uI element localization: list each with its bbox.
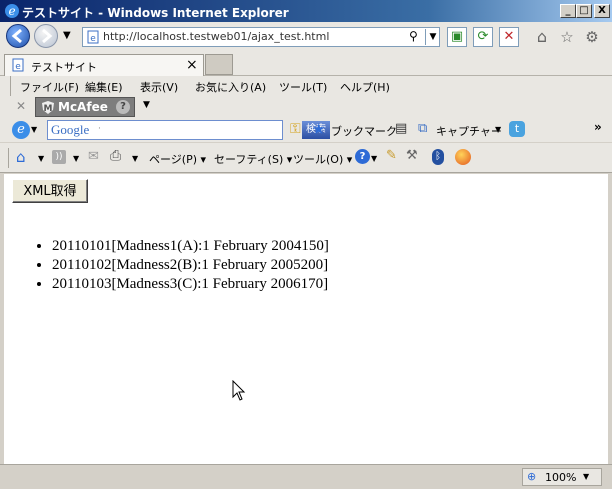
google-search-input[interactable]: Google · 検索 [47, 120, 330, 140]
help-icon[interactable]: ? [116, 100, 130, 114]
capture-button[interactable]: キャプチャー [436, 123, 502, 139]
google-toolbar: e ▼ Google · 検索 ⚿ ★ ブックマーク ▤ ⧉ キャプチャー ▼ … [0, 118, 612, 142]
close-button[interactable]: X [594, 4, 610, 18]
menu-edit[interactable]: 編集(E) [85, 79, 123, 95]
address-dropdown-icon[interactable]: ▼ [425, 29, 440, 45]
mcafee-shield-icon: M [42, 101, 54, 114]
menu-help[interactable]: ヘルプ(H) [340, 79, 390, 95]
menu-file[interactable]: ファイル(F) [20, 79, 79, 95]
bluetooth-icon[interactable]: ᛒ [432, 149, 444, 165]
stop-icon[interactable]: ✕ [499, 27, 519, 47]
google-dropdown-icon[interactable]: · [98, 124, 101, 134]
menu-tools[interactable]: ツール(T) [279, 79, 327, 95]
chevron-down-icon[interactable]: ▼ [38, 154, 44, 163]
page-menu-label: ページ(P) [149, 153, 197, 166]
svg-text:e: e [15, 62, 21, 72]
status-bar: ⊕ 100% ▼ [0, 464, 612, 489]
svg-text:e: e [8, 4, 15, 18]
google-logo: Google [51, 122, 90, 137]
chevron-down-icon[interactable]: ▼ [371, 154, 377, 163]
ie-logo-icon[interactable]: e [12, 121, 30, 139]
list-item: 20110101[Madness1(A):1 February 2004150] [52, 237, 612, 256]
zoom-icon: ⊕ [527, 470, 537, 483]
save-icon[interactable]: ▤ [395, 121, 407, 136]
compatibility-icon[interactable]: ▣ [447, 27, 467, 47]
home-icon[interactable]: ⌂ [16, 148, 26, 166]
new-tab-button[interactable] [205, 54, 233, 75]
list-item: 20110102[Madness2(B):1 February 2005200] [52, 256, 612, 275]
address-row: ▼ e http://localhost.testweb01/ajax_test… [0, 22, 612, 52]
toolbar-grip [8, 148, 9, 168]
tab-title: テストサイト [31, 61, 97, 74]
menu-favorites[interactable]: お気に入り(A) [195, 79, 266, 95]
maximize-button[interactable]: □ [576, 4, 592, 18]
refresh-icon[interactable]: ⟳ [473, 27, 493, 47]
chevron-down-icon[interactable]: ▼ [132, 154, 138, 163]
url-text: http://localhost.testweb01/ajax_test.htm… [103, 30, 330, 43]
arrow-right-icon [42, 28, 53, 44]
zoom-level: 100% [545, 471, 577, 484]
command-bar: ⌂ ▼ )) ▼ ✉ ⎙ ▼ ページ(P) ▾ セーフティ(S) ▾ ツール(O… [0, 143, 612, 173]
page-icon: e [12, 58, 24, 72]
chevron-down-icon[interactable]: ▼ [143, 100, 150, 110]
svg-text:M: M [44, 104, 53, 114]
title-bar[interactable]: e テストサイト - Windows Internet Explorer _ □… [0, 0, 612, 22]
menu-view[interactable]: 表示(V) [140, 79, 178, 95]
tab-active[interactable]: e テストサイト × [4, 54, 204, 76]
more-chevron-icon[interactable]: » [594, 120, 602, 134]
window-title: テストサイト - Windows Internet Explorer [22, 6, 289, 20]
tools-icon[interactable]: ⚒ [406, 148, 418, 163]
key-icon[interactable]: ⚿ [290, 121, 301, 137]
page-icon: e [87, 30, 99, 44]
page-content: XML取得 20110101[Madness1(A):1 February 20… [4, 174, 608, 464]
chevron-down-icon[interactable]: ▼ [31, 125, 37, 134]
history-dropdown-icon[interactable]: ▼ [63, 30, 71, 41]
minimize-button[interactable]: _ [560, 4, 576, 18]
page-menu[interactable]: ページ(P) ▾ [149, 151, 206, 167]
tab-row: e テストサイト × [0, 52, 612, 76]
zoom-control[interactable]: ⊕ 100% ▼ [522, 468, 602, 486]
favorites-star-icon[interactable]: ☆ [557, 28, 577, 48]
search-icon[interactable]: ⚲ [409, 29, 418, 43]
bookmark-button[interactable]: ブックマーク [331, 123, 397, 139]
toolbar-grip [10, 76, 11, 96]
svg-text:e: e [90, 34, 96, 44]
arrow-left-icon [11, 28, 22, 44]
safety-menu-label: セーフティ(S) [214, 153, 284, 166]
menu-bar: ファイル(F) 編集(E) 表示(V) お気に入り(A) ツール(T) ヘルプ(… [0, 76, 612, 96]
mail-icon[interactable]: ✉ [88, 149, 99, 164]
feeds-icon[interactable]: )) [52, 150, 66, 164]
result-list: 20110101[Madness1(A):1 February 2004150]… [32, 237, 612, 294]
gear-icon[interactable]: ⚙ [582, 28, 602, 48]
capture-icon[interactable]: ⧉ [418, 121, 427, 136]
twitter-icon[interactable]: t [509, 121, 525, 137]
help-icon[interactable]: ? [355, 149, 370, 164]
mouse-cursor-icon [232, 380, 246, 401]
close-toolbar-icon[interactable]: ✕ [16, 99, 26, 113]
mcafee-logo-text: McAfee [58, 100, 108, 114]
tab-close-icon[interactable]: × [186, 57, 198, 73]
bookmark-star-icon[interactable]: ★ [312, 120, 325, 138]
ie-logo-icon: e [5, 4, 19, 18]
tools-menu-label: ツール(O) [293, 153, 344, 166]
research-icon[interactable]: ✎ [386, 148, 397, 163]
mcafee-button[interactable]: M McAfee ? [35, 97, 135, 117]
home-icon[interactable]: ⌂ [532, 28, 552, 48]
forward-button[interactable] [34, 24, 58, 48]
tools-menu[interactable]: ツール(O) ▾ [293, 151, 352, 167]
chevron-down-icon[interactable]: ▼ [495, 125, 501, 134]
mcafee-toolbar: ✕ M McAfee ? ▼ [0, 96, 612, 118]
safety-menu[interactable]: セーフティ(S) ▾ [214, 151, 292, 167]
firefox-icon[interactable] [455, 149, 471, 165]
list-item: 20110103[Madness3(C):1 February 2006170] [52, 275, 612, 294]
back-button[interactable] [6, 24, 30, 48]
print-icon[interactable]: ⎙ [110, 148, 121, 164]
chevron-down-icon[interactable]: ▼ [583, 472, 589, 481]
address-input[interactable]: e http://localhost.testweb01/ajax_test.h… [82, 27, 440, 47]
chevron-down-icon[interactable]: ▼ [73, 154, 79, 163]
xml-fetch-button[interactable]: XML取得 [12, 179, 88, 203]
